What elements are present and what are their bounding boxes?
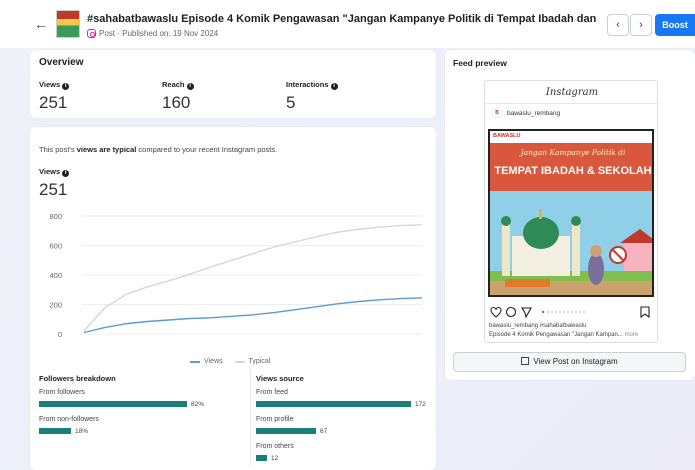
source-others-bar: [256, 455, 267, 461]
back-arrow-icon[interactable]: ←: [34, 16, 48, 32]
instagram-wordmark: Instagram: [545, 87, 599, 98]
instagram-post-preview: Instagram B bawaslu_rembang BAWASLU Jang…: [484, 80, 659, 343]
external-link-icon: [521, 357, 530, 365]
poster-headline: Jangan Kampanye Politik di: [520, 148, 626, 157]
metric-interactions: Interactions i 5: [286, 80, 338, 113]
legend-label-typical: Typical: [248, 358, 271, 365]
instagram-icon: [87, 29, 96, 38]
views-value: 251: [39, 180, 68, 199]
views-label: Views i: [39, 167, 70, 177]
metric-reach-label: Reach: [162, 80, 185, 89]
metric-interactions-value: 5: [286, 93, 296, 112]
source-profile-value: 67: [320, 428, 328, 435]
ig-actions-bar: [490, 306, 650, 319]
source-feed-value: 172: [415, 401, 426, 408]
views-source-title: Views source: [256, 374, 304, 383]
followers-bar: [39, 401, 187, 407]
chart-legend: Views Typical: [190, 358, 270, 365]
metric-views-label: Views: [39, 80, 61, 89]
source-feed-label: From feed: [256, 389, 288, 396]
caption-line-1: bawaslu_rembang #sahabatbawaslu: [489, 323, 587, 329]
poster-org: BAWASLU: [493, 133, 521, 139]
caption-line-2: Episode 4 Komik Pengawasan "Jangan Kampa…: [489, 332, 639, 338]
source-others-label: From others: [256, 443, 294, 450]
next-post-button[interactable]: ›: [630, 14, 652, 36]
legend-swatch-views: [190, 360, 200, 363]
post-title: #sahabatbawaslu Episode 4 Komik Pengawas…: [87, 13, 597, 25]
y-tick-label: 400: [49, 271, 62, 280]
typical-note: This post's views are typical compared t…: [39, 145, 278, 154]
y-tick-label: 0: [58, 330, 62, 339]
poster-title: TEMPAT IBADAH & SEKOLAH: [494, 165, 652, 177]
y-tick-label: 200: [49, 301, 62, 310]
source-feed-bar: [256, 401, 411, 407]
info-icon[interactable]: i: [62, 83, 70, 90]
y-tick-label: 600: [49, 242, 62, 251]
metric-views-value: 251: [39, 93, 68, 112]
legend-label-views: Views: [204, 358, 223, 365]
y-tick-label: 800: [49, 212, 62, 221]
prev-post-button[interactable]: ‹: [607, 14, 629, 36]
bawaslu-avatar: B: [492, 108, 502, 118]
post-subtitle: Post · Published on: 19 Nov 2024: [87, 29, 218, 38]
followers-value: 82%: [191, 401, 205, 408]
post-meta: Post · Published on: 19 Nov 2024: [99, 29, 219, 38]
caption-more-link[interactable]: more: [625, 332, 639, 338]
views-line-chart: 020040060080015m9h1d 6h7d: [49, 212, 423, 339]
followers-title: Followers breakdown: [39, 374, 116, 383]
non-followers-bar: [39, 428, 71, 434]
ig-username: bawaslu_rembang: [507, 110, 561, 117]
non-followers-value: 18%: [75, 428, 89, 435]
view-post-label: View Post on Instagram: [533, 357, 618, 366]
source-others-value: 12: [271, 455, 279, 462]
metric-views: Views i 251: [39, 80, 70, 113]
source-profile-bar: [256, 428, 316, 434]
divider: [250, 370, 251, 465]
series-line-views: [83, 297, 423, 334]
info-icon[interactable]: i: [62, 170, 70, 177]
overview-title: Overview: [39, 57, 84, 68]
view-post-on-instagram-button[interactable]: View Post on Instagram: [453, 352, 686, 372]
post-thumbnail: [56, 10, 80, 38]
divider: [485, 103, 659, 104]
source-profile-label: From profile: [256, 416, 294, 423]
metric-reach-value: 160: [162, 93, 191, 112]
non-followers-label: From non-followers: [39, 416, 99, 423]
top-bar: ← #sahabatbawaslu Episode 4 Komik Pengaw…: [0, 0, 695, 48]
feed-preview-title: Feed preview: [453, 58, 507, 68]
metric-interactions-label: Interactions: [286, 80, 329, 89]
poster-header: BAWASLU: [490, 131, 652, 143]
mosque-illustration: [490, 209, 652, 295]
boost-button[interactable]: Boost: [655, 14, 695, 36]
views-card: This post's views are typical compared t…: [30, 127, 436, 470]
legend-swatch-typical: [234, 360, 245, 363]
post-image: BAWASLU Jangan Kampanye Politik di TEMPA…: [488, 129, 654, 297]
info-icon[interactable]: i: [330, 83, 338, 90]
followers-label: From followers: [39, 389, 85, 396]
overview-card: Overview Views i 251 Reach i 160 Interac…: [30, 50, 436, 118]
metric-reach: Reach i 160: [162, 80, 194, 113]
info-icon[interactable]: i: [186, 83, 194, 90]
